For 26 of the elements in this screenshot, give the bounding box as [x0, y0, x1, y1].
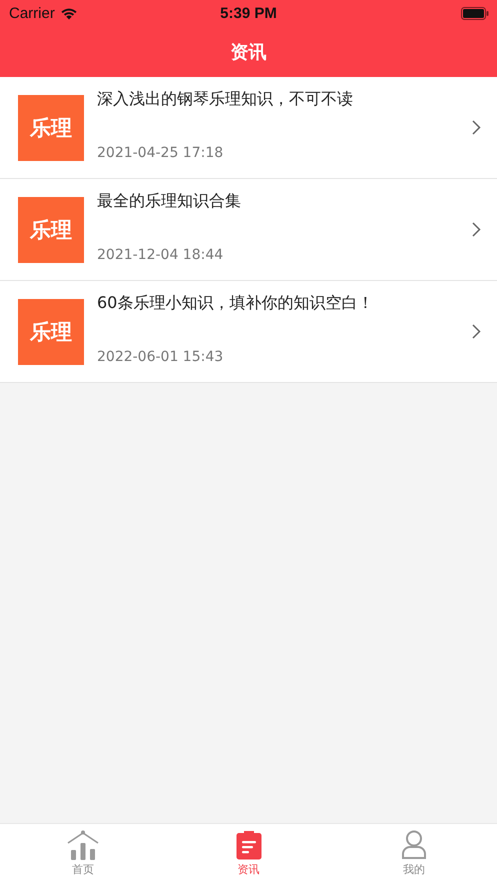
tab-item[interactable]: 我的: [331, 824, 497, 883]
article-date: 2021-12-04 18:44: [97, 246, 224, 262]
tab-item[interactable]: 首页: [0, 824, 166, 883]
article-title: 最全的乐理知识合集: [97, 190, 242, 212]
chevron-right-icon: [472, 324, 481, 339]
thumbnail: 乐理: [18, 94, 84, 160]
status-time: 5:39 PM: [220, 4, 277, 22]
thumbnail: 乐理: [18, 196, 84, 262]
house-bars-icon: [66, 830, 99, 860]
article-date: 2022-06-01 15:43: [97, 348, 224, 364]
chevron-right-icon: [472, 120, 481, 135]
page-title: 资讯: [230, 40, 266, 64]
article-item[interactable]: 乐理 深入浅出的钢琴乐理知识，不可不读 2021-04-25 17:18: [0, 77, 497, 179]
person-icon: [401, 830, 428, 860]
wifi-icon: [60, 6, 78, 20]
battery-icon: [461, 6, 489, 20]
article-title: 深入浅出的钢琴乐理知识，不可不读: [97, 88, 354, 110]
article-item[interactable]: 乐理 60条乐理小知识，填补你的知识空白！ 2022-06-01 15:43: [0, 281, 497, 383]
document-icon: [236, 830, 262, 860]
thumbnail: 乐理: [18, 298, 84, 364]
tab-item[interactable]: 资讯: [166, 824, 332, 883]
article-item[interactable]: 乐理 最全的乐理知识合集 2021-12-04 18:44: [0, 179, 497, 281]
chevron-right-icon: [472, 222, 481, 237]
article-date: 2021-04-25 17:18: [97, 144, 224, 160]
carrier-name: Carrier: [9, 4, 55, 22]
article-title: 60条乐理小知识，填补你的知识空白！: [97, 292, 374, 314]
